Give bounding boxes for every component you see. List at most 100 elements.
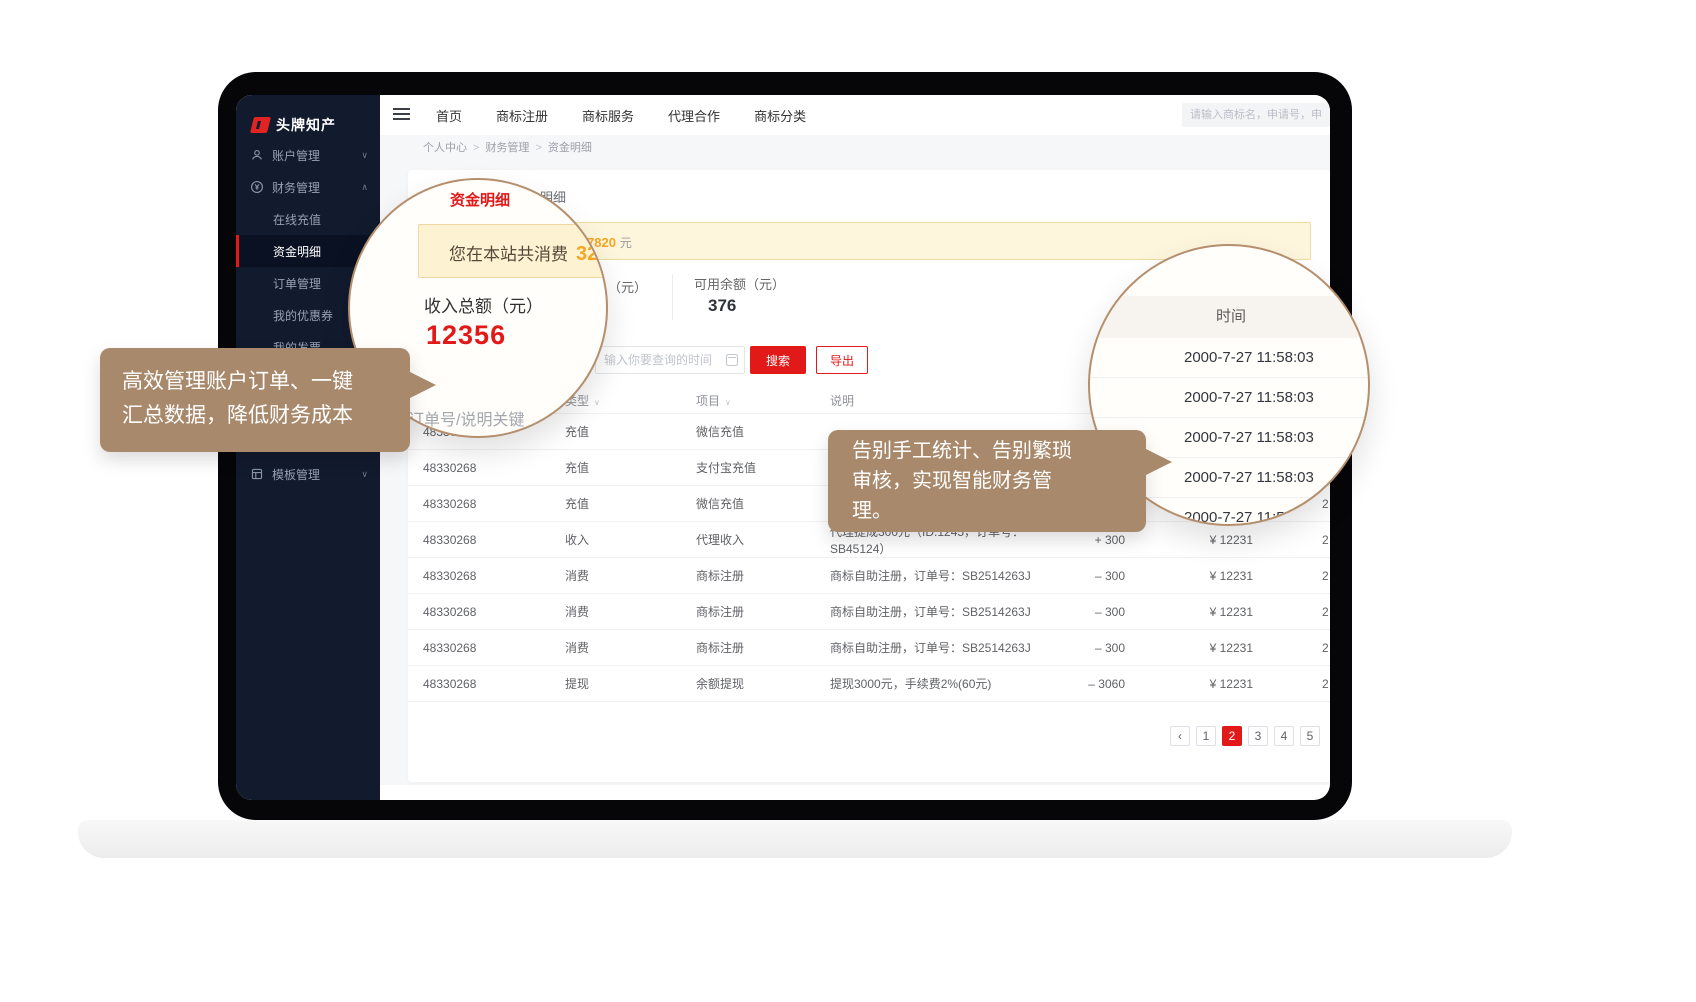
cell-project: 余额提现 — [696, 675, 830, 692]
cell-balance: ¥ 12231 — [1125, 677, 1253, 691]
pagination-page-3[interactable]: 3 — [1248, 726, 1268, 746]
search-input[interactable] — [1182, 103, 1330, 127]
callout-line: 高效管理账户订单、一键 — [122, 365, 388, 399]
sidebar-item-7[interactable]: 模板管理∨ — [236, 458, 380, 490]
magnified-tab: 资金明细 — [450, 189, 510, 210]
magnified-income-label: 收入总额（元） — [424, 292, 543, 317]
cell-type: 消费 — [565, 567, 696, 584]
cell-type: 提现 — [565, 675, 696, 692]
magnified-time-row: 2000-7-27 11:58:03 — [1090, 338, 1370, 378]
table-row: 48330268消费商标注册商标自助注册，订单号：SB2514263J– 300… — [408, 594, 1330, 630]
logo-icon — [250, 117, 271, 133]
pagination-page-4[interactable]: 4 — [1274, 726, 1294, 746]
cell-order: 48330268 — [423, 497, 565, 511]
cell-type: 消费 — [565, 603, 696, 620]
cell-balance: ¥ 12231 — [1125, 533, 1253, 547]
cell-amount: – 3060 — [1070, 677, 1125, 691]
user-icon — [250, 148, 264, 162]
cell-order: 48330268 — [423, 569, 565, 583]
magnified-income-value: 12356 — [426, 320, 506, 351]
template-icon — [250, 467, 264, 481]
callout-right: 告别手工统计、告别繁琐审核，实现智能财务管理。 — [828, 430, 1146, 532]
sidebar-item-2[interactable]: 在线充值 — [236, 203, 380, 235]
breadcrumb-item-1[interactable]: 财务管理 — [467, 142, 529, 154]
cell-project: 商标注册 — [696, 639, 830, 656]
header-type[interactable]: 类型 — [565, 392, 696, 409]
sidebar-item-0[interactable]: 账户管理 ∨ — [236, 139, 380, 171]
menu-icon[interactable] — [393, 108, 410, 123]
cell-project: 代理收入 — [696, 531, 830, 548]
breadcrumb-item-0[interactable]: 个人中心 — [423, 142, 467, 154]
nav-item-0[interactable]: 首页 — [436, 106, 462, 125]
pagination-page-5[interactable]: 5 — [1300, 726, 1320, 746]
chevron-up-icon: ∧ — [361, 182, 368, 193]
nav-item-4[interactable]: 商标分类 — [754, 106, 806, 125]
cell-time_fragment: 2 — [1253, 605, 1322, 619]
cell-time_fragment: 2 — [1253, 569, 1322, 583]
table-row: 48330268提现余额提现提现3000元，手续费2%(60元)– 3060¥ … — [408, 666, 1330, 702]
cell-type: 消费 — [565, 639, 696, 656]
cell-project: 商标注册 — [696, 567, 830, 584]
sidebar-item-label: 资金明细 — [273, 243, 321, 260]
magnified-banner: 您在本站共消费32124 — [418, 224, 608, 278]
stat-balance-label: 可用余额（元） — [694, 274, 785, 293]
header-project[interactable]: 项目 — [696, 392, 830, 409]
nav-item-1[interactable]: 商标注册 — [496, 106, 548, 125]
cell-balance: ¥ 12231 — [1125, 641, 1253, 655]
cell-time_fragment: 2 — [1253, 677, 1322, 691]
cell-balance: ¥ 12231 — [1125, 605, 1253, 619]
cell-order: 48330268 — [423, 641, 565, 655]
table-row: 48330268消费商标注册商标自助注册，订单号：SB2514263J– 300… — [408, 630, 1330, 666]
cell-desc: 商标自助注册，订单号：SB2514263J — [830, 567, 1070, 584]
chevron-down-icon: ∨ — [361, 150, 368, 161]
callout-line: 理。 — [852, 496, 1122, 526]
time-input[interactable] — [595, 346, 745, 374]
callout-right-arrow — [1146, 449, 1172, 475]
main-nav: 首页 商标注册 商标服务 代理合作 商标分类 — [436, 95, 806, 135]
cell-project: 微信充值 — [696, 423, 830, 440]
logo-text: 头牌知产 — [276, 115, 336, 135]
magnified-time-header: 时间 — [1090, 296, 1370, 338]
cell-type: 收入 — [565, 531, 696, 548]
breadcrumb: 个人中心财务管理资金明细 — [380, 135, 1330, 162]
cell-time_fragment: 2 — [1253, 641, 1322, 655]
magnified-time-row: 2000-7-27 11:58:03 — [1090, 378, 1370, 418]
cell-type: 充值 — [565, 459, 696, 476]
stat-balance-value: 376 — [708, 296, 736, 316]
callout-line: 审核，实现智能财务管 — [852, 466, 1122, 496]
sidebar-item-label: 账户管理 — [272, 147, 320, 164]
nav-item-3[interactable]: 代理合作 — [668, 106, 720, 125]
topbar: 首页 商标注册 商标服务 代理合作 商标分类 — [380, 95, 1330, 135]
pagination-page-1[interactable]: 1 — [1196, 726, 1216, 746]
breadcrumb-item-2[interactable]: 资金明细 — [529, 142, 591, 154]
cell-desc: 提现3000元，手续费2%(60元) — [830, 675, 1070, 692]
pagination: ‹ 12345 — [1170, 726, 1320, 746]
cell-type: 充值 — [565, 423, 696, 440]
nav-item-2[interactable]: 商标服务 — [582, 106, 634, 125]
pagination-prev[interactable]: ‹ — [1170, 726, 1190, 746]
sidebar-item-1[interactable]: 财务管理 ∧ — [236, 171, 380, 203]
sidebar-item-label: 财务管理 — [272, 179, 320, 196]
cell-type: 充值 — [565, 495, 696, 512]
stat-divider — [672, 274, 673, 320]
table-row: 48330268消费商标注册商标自助注册，订单号：SB2514263J– 300… — [408, 558, 1330, 594]
cell-balance: ¥ 12231 — [1125, 569, 1253, 583]
cell-desc: 商标自助注册，订单号：SB2514263J — [830, 639, 1070, 656]
cell-project: 微信充值 — [696, 495, 830, 512]
cell-desc: 商标自助注册，订单号：SB2514263J — [830, 603, 1070, 620]
search-button[interactable]: 搜索 — [750, 346, 806, 374]
header-desc: 说明 — [830, 392, 1070, 409]
callout-line: 告别手工统计、告别繁琐 — [852, 436, 1122, 466]
calendar-icon[interactable] — [726, 354, 738, 366]
sidebar-item-label: 模板管理 — [272, 466, 320, 483]
cell-project: 商标注册 — [696, 603, 830, 620]
cell-time_fragment: 2 — [1253, 533, 1322, 547]
cell-amount: – 300 — [1070, 605, 1125, 619]
laptop-base — [78, 820, 1512, 858]
stage: 头牌知产 账户管理∨财务管理∧在线充值资金明细订单管理我的优惠券我的发票模板管理… — [0, 0, 1696, 1002]
finance-icon — [250, 180, 264, 194]
export-button[interactable]: 导出 — [816, 346, 868, 374]
cell-project: 支付宝充值 — [696, 459, 830, 476]
pagination-page-2[interactable]: 2 — [1222, 726, 1242, 746]
logo: 头牌知产 — [236, 95, 380, 139]
